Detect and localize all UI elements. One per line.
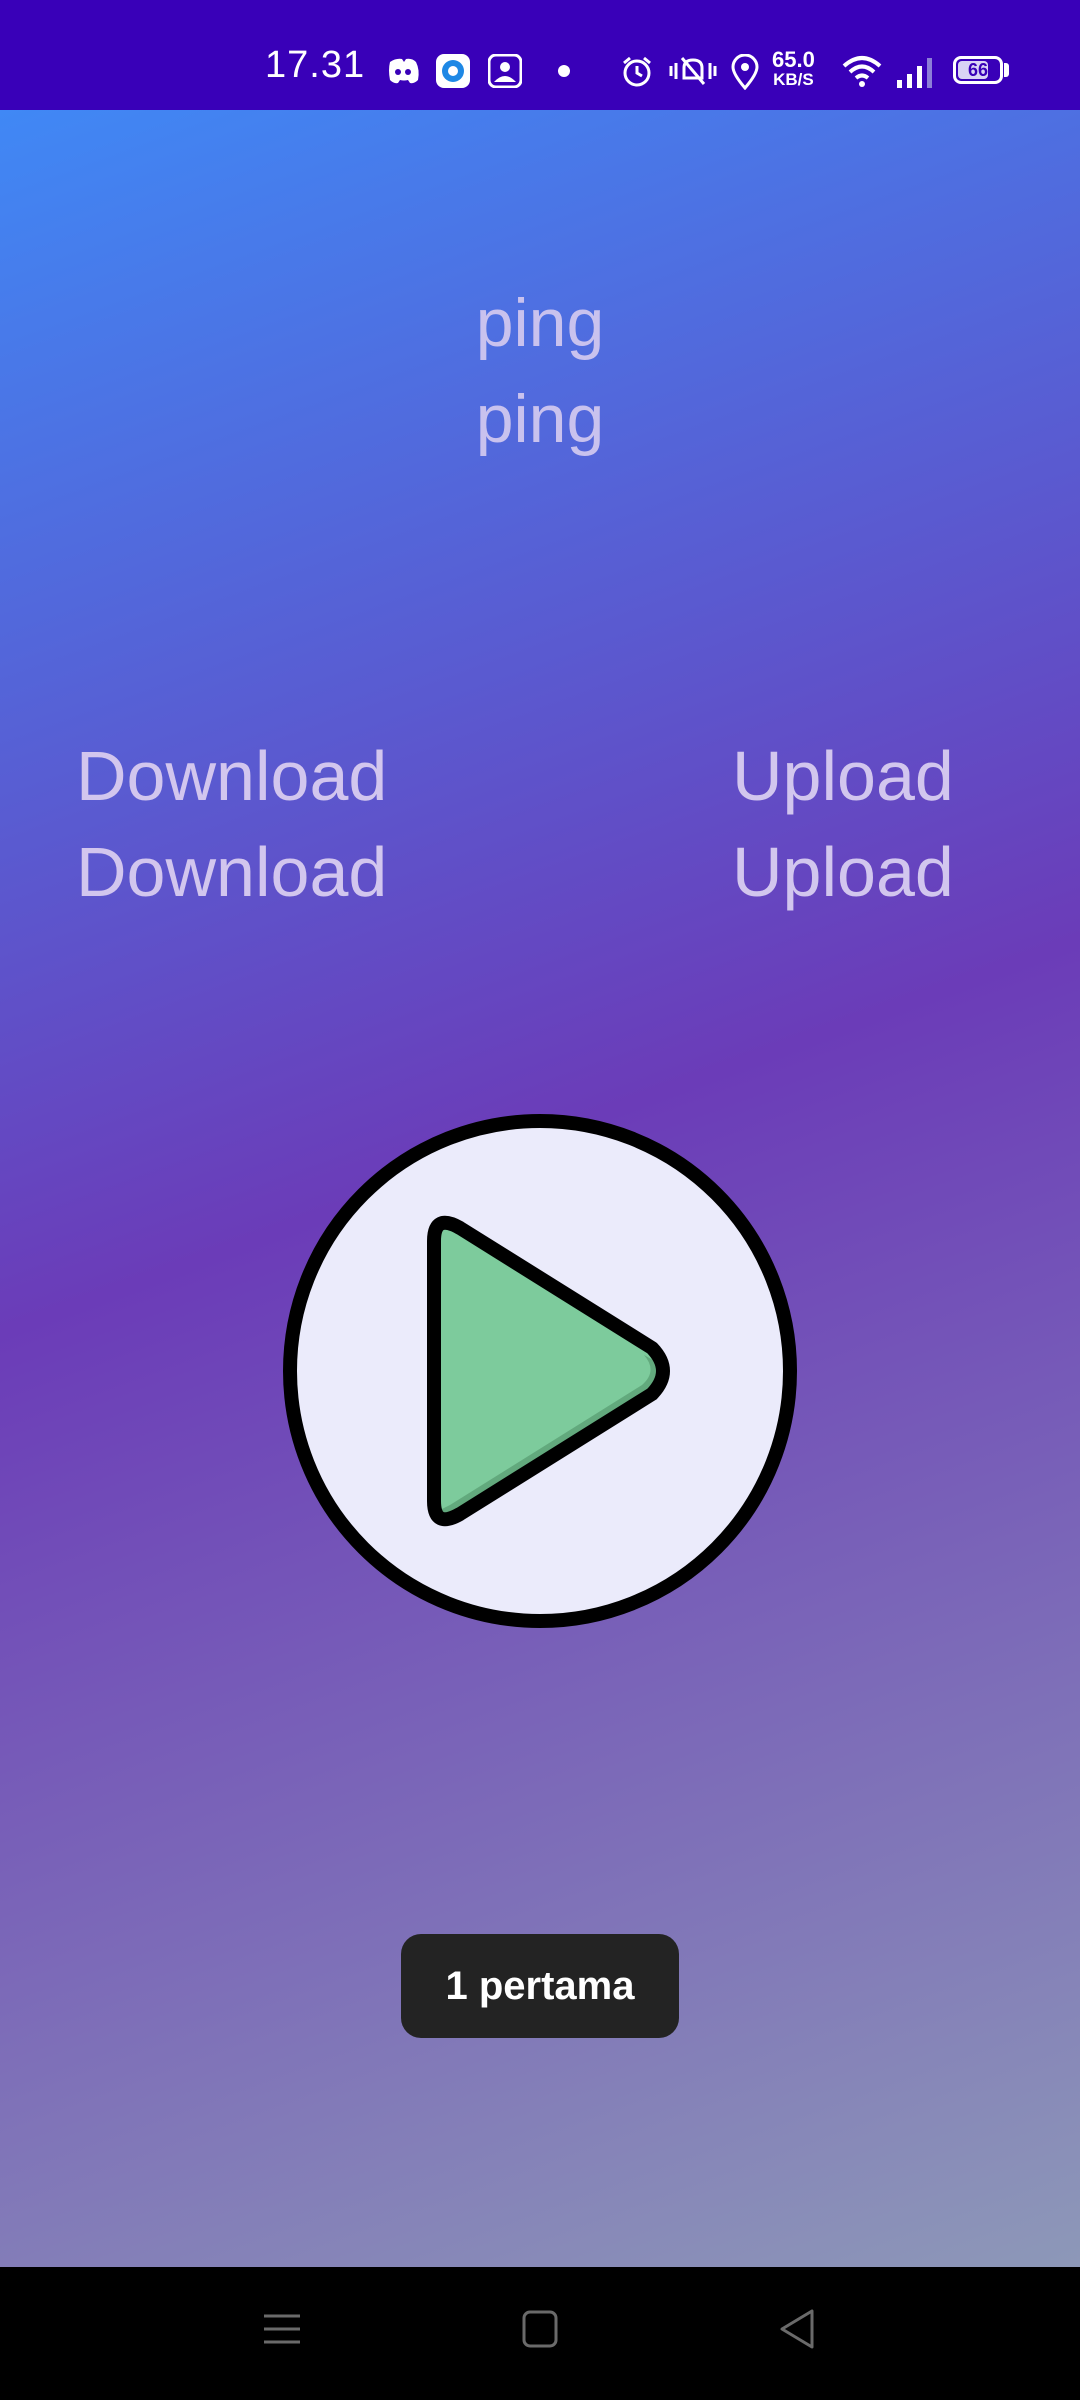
net-speed-value: 65.0 — [772, 47, 815, 72]
upload-label: Upload — [732, 737, 954, 815]
ping-value: ping — [475, 381, 605, 457]
toast-message: 1 pertama — [401, 1934, 679, 2038]
ping-label: ping — [475, 285, 605, 361]
status-bar: 17.31 65.0 KB/S 66 — [0, 0, 1080, 110]
back-icon[interactable] — [778, 2307, 818, 2351]
main-content: ping ping Download Download Upload Uploa… — [0, 110, 1080, 2267]
download-label: Download — [76, 737, 388, 815]
play-button[interactable] — [282, 1113, 798, 1629]
home-icon[interactable] — [521, 2307, 559, 2351]
net-speed-unit: KB/S — [773, 70, 814, 89]
discord-icon — [389, 58, 419, 84]
app-circle-icon — [436, 54, 470, 88]
dot-icon — [558, 65, 570, 77]
battery-level: 66 — [967, 60, 989, 80]
menu-icon[interactable] — [262, 2307, 302, 2351]
battery-tip — [1004, 63, 1009, 77]
alarm-icon — [623, 56, 651, 87]
photo-app-icon — [488, 54, 522, 88]
toast-text: 1 pertama — [445, 1963, 635, 2008]
status-time: 17.31 — [265, 44, 366, 86]
navigation-bar — [0, 2267, 1080, 2400]
mute-vibrate-icon — [669, 57, 717, 85]
signal-icon — [897, 58, 932, 88]
wifi-icon — [842, 56, 882, 87]
download-value: Download — [76, 833, 388, 911]
upload-value: Upload — [732, 833, 954, 911]
battery-icon: 66 — [953, 56, 1003, 84]
location-icon — [731, 54, 759, 90]
net-speed: 65.0 KB/S — [772, 47, 815, 90]
